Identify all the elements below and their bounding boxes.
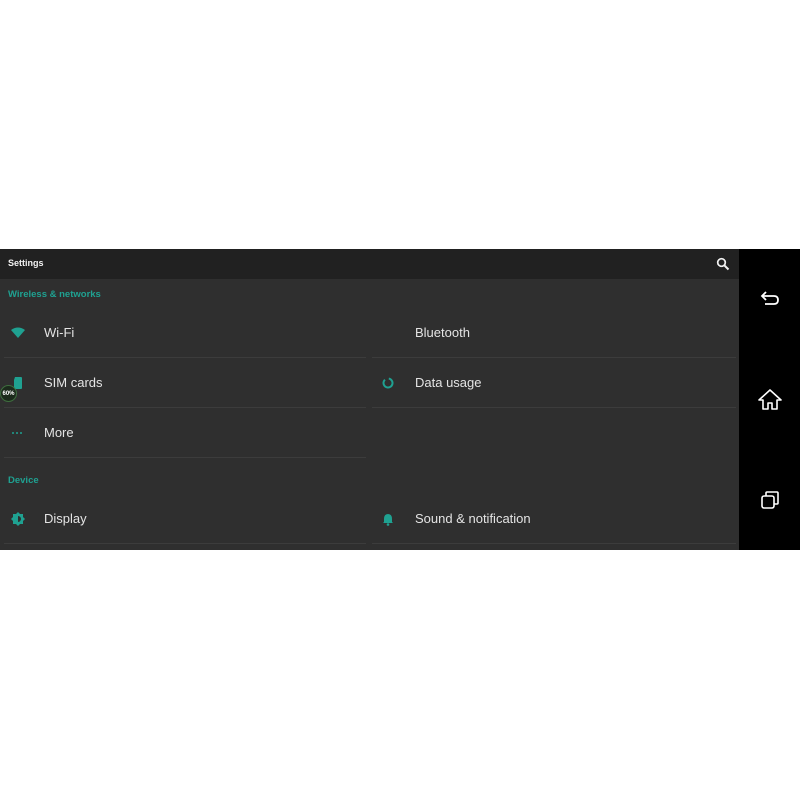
settings-item-label: Display bbox=[44, 511, 87, 526]
recents-icon[interactable] bbox=[757, 487, 783, 513]
settings-item-bluetooth[interactable]: Bluetooth bbox=[371, 309, 737, 357]
wifi-icon bbox=[10, 325, 26, 341]
settings-item-more[interactable]: More bbox=[0, 409, 366, 457]
back-arrow-icon[interactable] bbox=[757, 287, 783, 313]
divider bbox=[4, 407, 366, 408]
divider bbox=[4, 457, 366, 458]
progress-badge: 60% bbox=[0, 385, 17, 402]
settings-item-label: More bbox=[44, 425, 74, 440]
settings-item-wifi[interactable]: Wi-Fi bbox=[0, 309, 366, 357]
divider bbox=[4, 357, 366, 358]
settings-item-label: Data usage bbox=[415, 375, 482, 390]
device-screen: Settings Wireless & networks Wi-Fi Bluet… bbox=[0, 249, 800, 550]
section-header-device: Device bbox=[8, 475, 39, 486]
settings-item-display[interactable]: Display bbox=[0, 495, 366, 543]
data-usage-icon bbox=[380, 375, 396, 391]
divider bbox=[372, 357, 736, 358]
section-header-wireless: Wireless & networks bbox=[8, 289, 101, 300]
settings-item-label: Bluetooth bbox=[415, 325, 470, 340]
settings-item-sim-cards[interactable]: SIM cards bbox=[0, 359, 366, 407]
bell-icon bbox=[380, 511, 396, 527]
home-icon[interactable] bbox=[757, 387, 783, 413]
divider bbox=[372, 543, 736, 544]
settings-item-data-usage[interactable]: Data usage bbox=[371, 359, 737, 407]
brightness-icon bbox=[10, 511, 26, 527]
settings-item-label: SIM cards bbox=[44, 375, 103, 390]
divider bbox=[372, 407, 736, 408]
settings-item-label: Sound & notification bbox=[415, 511, 531, 526]
app-bar: Settings bbox=[0, 249, 739, 279]
divider bbox=[4, 543, 366, 544]
app-title: Settings bbox=[8, 258, 44, 268]
settings-item-label: Wi-Fi bbox=[44, 325, 75, 340]
search-icon[interactable] bbox=[716, 257, 730, 271]
more-dots-icon bbox=[10, 425, 26, 441]
settings-list: Wireless & networks Wi-Fi Bluetooth SIM … bbox=[0, 279, 739, 550]
navigation-bar bbox=[739, 249, 800, 550]
settings-item-sound-notification[interactable]: Sound & notification bbox=[371, 495, 737, 543]
